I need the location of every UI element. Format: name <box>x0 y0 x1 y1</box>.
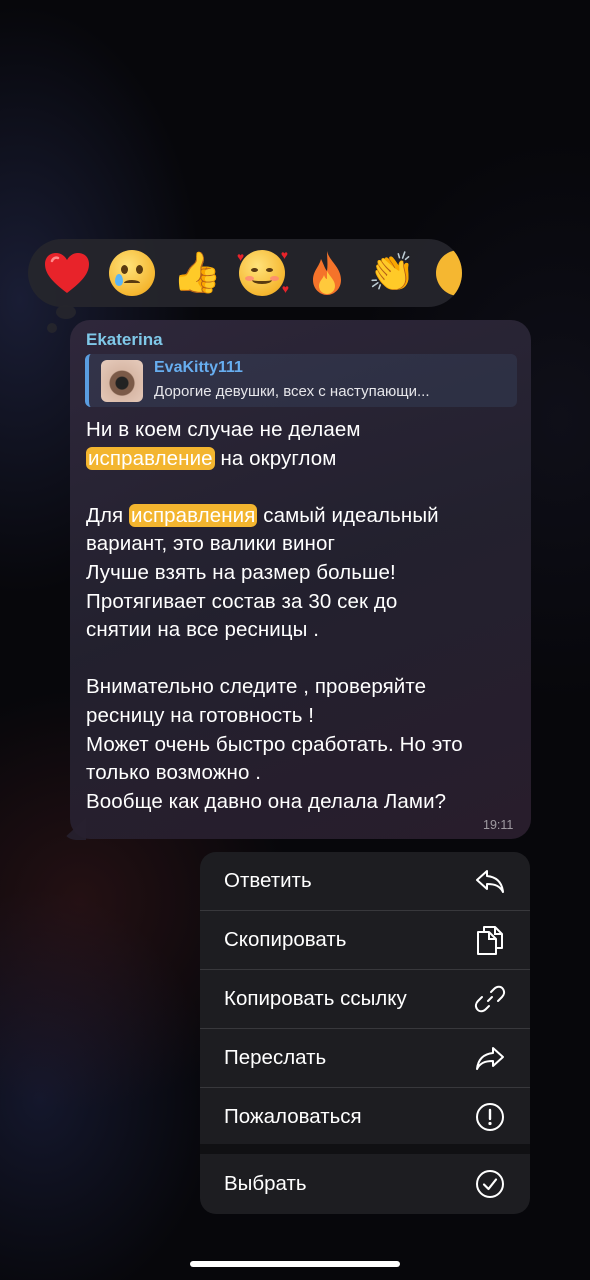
menu-item-reply[interactable]: Ответить <box>200 852 530 910</box>
reply-text: Дорогие девушки, всех с наступающи... <box>154 383 430 400</box>
menu-item-label: Переслать <box>224 1046 327 1069</box>
exclamation-circle-icon <box>474 1101 506 1133</box>
message-text: Ни в коем случае не делаем исправление на… <box>86 416 526 816</box>
smiling-face-with-hearts-reaction-icon[interactable]: ♥ ♥ ♥ <box>233 244 291 302</box>
fire-reaction-icon[interactable] <box>298 244 356 302</box>
menu-item-label: Копировать ссылку <box>224 987 407 1010</box>
menu-item-select[interactable]: Выбрать <box>200 1154 530 1214</box>
heart-reaction-icon[interactable] <box>38 244 96 302</box>
forward-arrow-icon <box>474 1042 506 1074</box>
message-line: Вообще как давно она делала Лами? <box>86 789 447 813</box>
clapping-hands-reaction-icon[interactable]: 👏 <box>363 244 421 302</box>
message-line <box>86 473 526 502</box>
reaction-bar-tail <box>56 305 76 319</box>
message-line: исправление на округлом <box>86 446 337 470</box>
menu-item-label: Выбрать <box>224 1172 307 1195</box>
menu-item-copy[interactable]: Скопировать <box>200 911 530 969</box>
reaction-bar: 👍 ♥ ♥ ♥ 👏 <box>28 239 462 307</box>
message-line: вариант, это валики виног <box>86 532 336 556</box>
menu-item-forward[interactable]: Переслать <box>200 1029 530 1087</box>
search-highlight: исправление <box>86 446 215 470</box>
message-line: ресницу на готовность ! <box>86 703 315 727</box>
message-line: Для исправления самый идеальный <box>86 503 439 527</box>
message-time: 19:11 <box>483 818 514 832</box>
message-line: только возможно . <box>86 761 262 785</box>
context-menu: Ответить Скопировать Копировать ссылку П… <box>200 852 530 1214</box>
message-line <box>86 645 526 674</box>
home-indicator[interactable] <box>190 1261 400 1267</box>
reply-thumbnail <box>101 360 143 402</box>
crying-face-reaction-icon[interactable] <box>103 244 161 302</box>
check-circle-icon <box>474 1168 506 1200</box>
reply-author: EvaKitty111 <box>154 359 243 376</box>
link-icon <box>474 983 506 1015</box>
menu-item-copy-link[interactable]: Копировать ссылку <box>200 970 530 1028</box>
thumbs-up-reaction-icon[interactable]: 👍 <box>168 244 226 302</box>
message-line: Может очень быстро сработать. Но это <box>86 732 463 756</box>
message-line: снятии на все ресницы . <box>86 618 320 642</box>
copy-icon <box>474 924 506 956</box>
search-highlight: исправления <box>129 503 258 527</box>
message-line: Ни в коем случае не делаем <box>86 418 361 441</box>
sender-name[interactable]: Ekaterina <box>86 330 163 350</box>
reply-arrow-icon <box>474 865 506 897</box>
menu-item-label: Ответить <box>224 869 312 892</box>
message-line: Лучше взять на размер больше! <box>86 560 396 584</box>
menu-item-report[interactable]: Пожаловаться <box>200 1088 530 1146</box>
menu-item-label: Пожаловаться <box>224 1105 362 1128</box>
grinning-face-reaction-icon[interactable] <box>428 244 462 302</box>
message-line: Протягивает состав за 30 сек до <box>86 589 398 613</box>
reaction-bar-tail-dot <box>47 323 57 333</box>
menu-item-label: Скопировать <box>224 928 347 951</box>
menu-divider <box>200 1144 530 1154</box>
reply-quote[interactable]: EvaKitty111 Дорогие девушки, всех с наст… <box>85 354 517 407</box>
message-line: Внимательно следите , проверяйте <box>86 675 427 699</box>
